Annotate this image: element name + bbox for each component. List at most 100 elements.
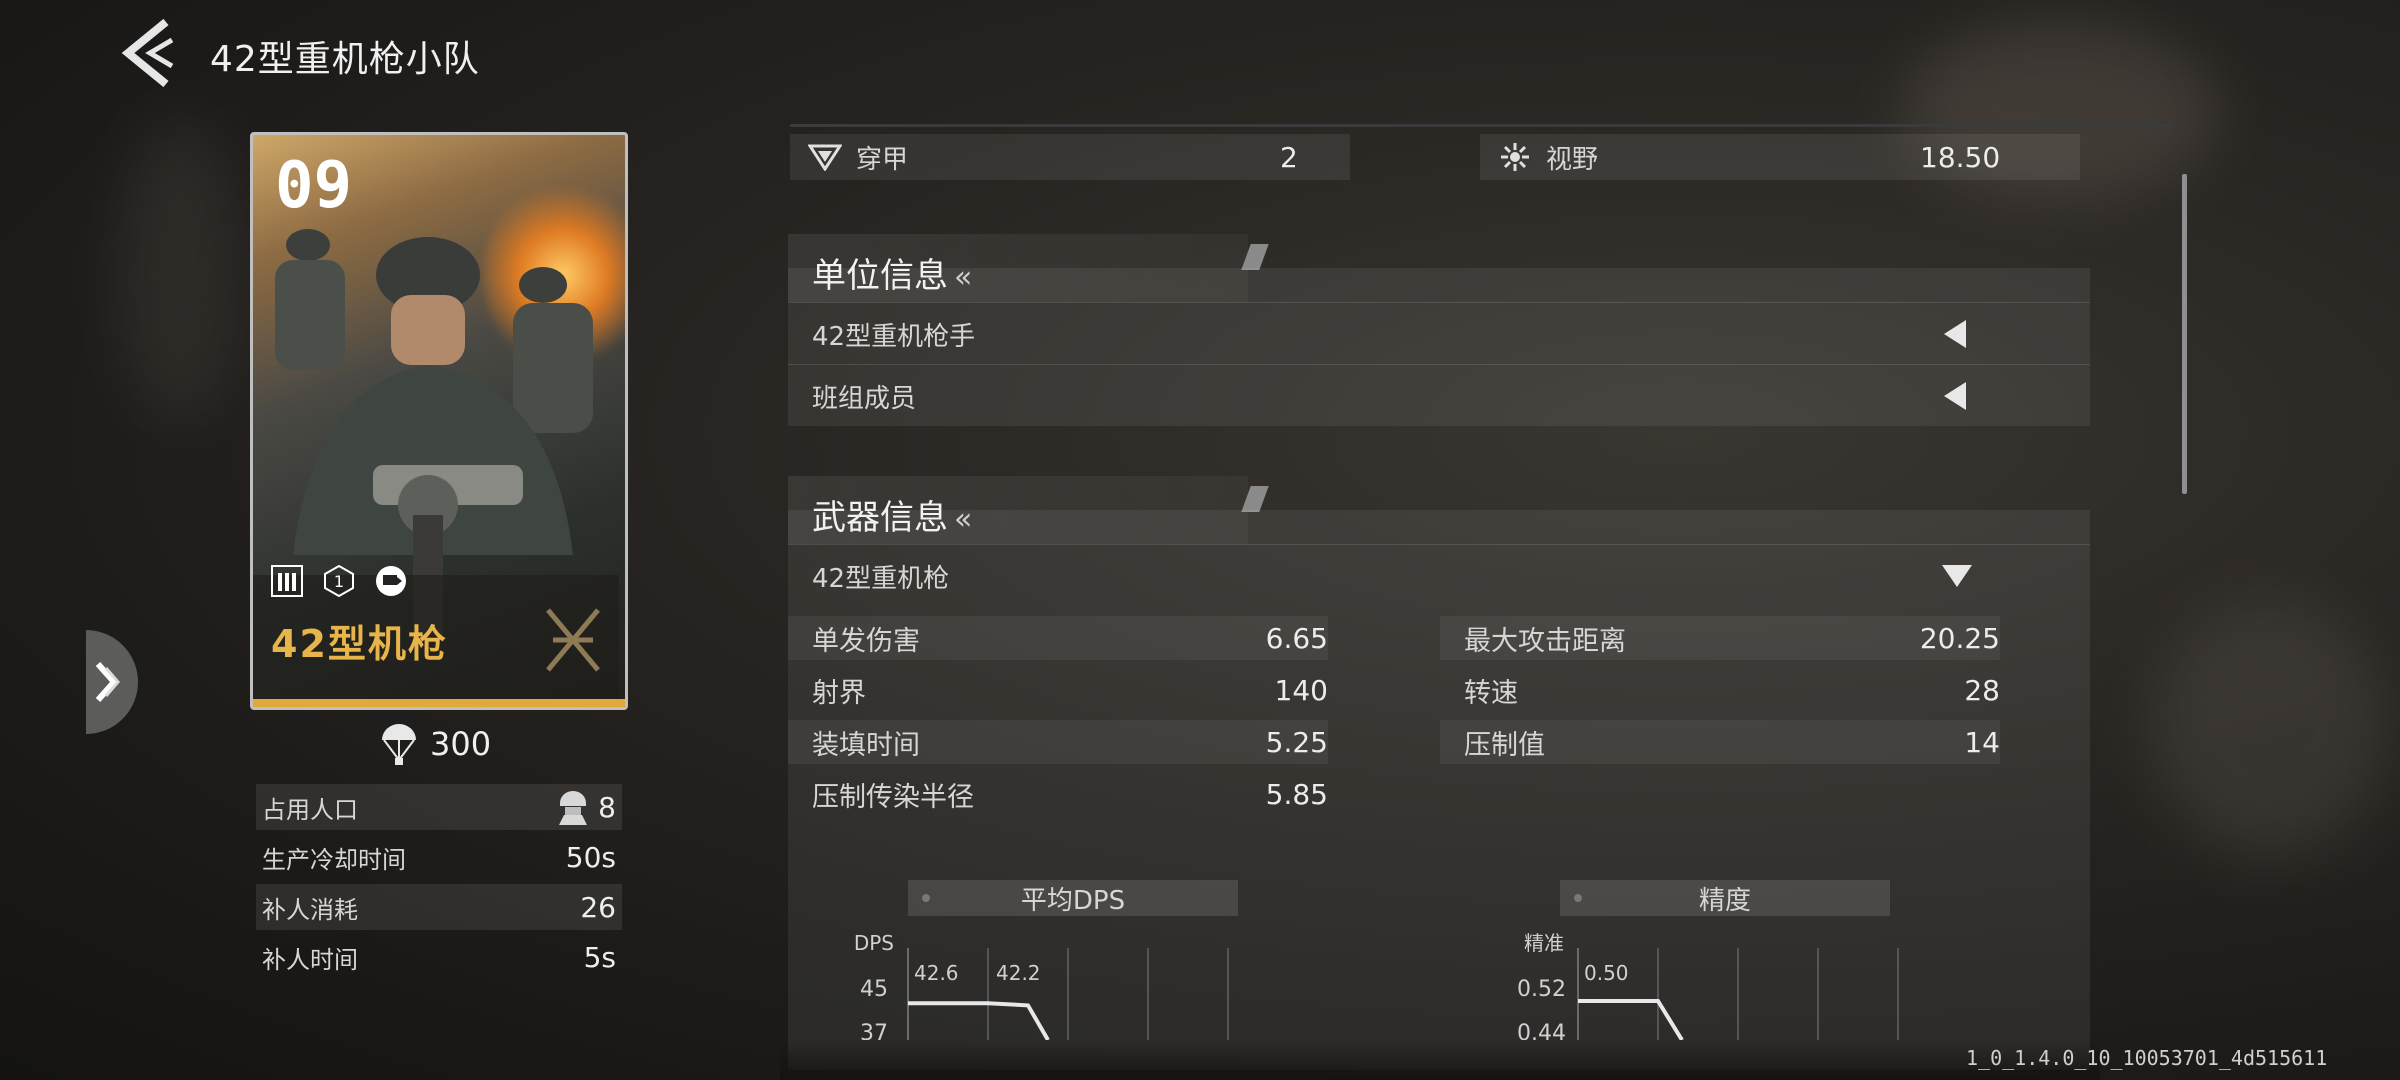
- weapon-stat-max-range: 最大攻击距离 20.25: [1440, 616, 2000, 660]
- attribute-label: 穿甲: [856, 144, 909, 175]
- bullet-icon: [922, 894, 930, 902]
- collapse-arrows-icon: «: [954, 502, 973, 537]
- weapon-info-header[interactable]: 武器信息 «: [812, 490, 972, 539]
- collapse-arrows-icon: «: [954, 260, 973, 295]
- weapon-info-section: 武器信息 « 42型重机枪 单发伤害 6.65 射界 140 装填时间 5.25 …: [788, 476, 2090, 1070]
- weapon-row[interactable]: 42型重机枪: [788, 544, 2090, 607]
- accuracy-series-line: [1578, 999, 1684, 1040]
- unit-card: 09 1 42型机枪: [250, 132, 628, 710]
- soldier-head-icon: [559, 791, 588, 825]
- accuracy-chart-title: 精度: [1560, 880, 1890, 916]
- weapon-stat-label: 转速: [1464, 677, 1518, 709]
- card-name: 42型机枪: [271, 622, 448, 666]
- data-label: 0.50: [1584, 961, 1629, 985]
- stat-row-reinforce-cost: 补人消耗 26: [256, 884, 622, 930]
- stat-label: 生产冷却时间: [262, 845, 406, 874]
- weapon-stat-suppress-radius: 压制传染半径 5.85: [788, 772, 1328, 816]
- y-tick-label: 0.52: [1517, 977, 1566, 1002]
- weapon-stat-value: 20.25: [1919, 621, 2000, 655]
- unit-row-label: 42型重机枪手: [812, 321, 976, 352]
- attribute-vision: 视野 18.50: [1480, 134, 2080, 180]
- page-title: 42型重机枪小队: [210, 39, 480, 80]
- version-text: 1_0_1.4.0_10_10053701_4d515611: [1966, 1046, 2328, 1070]
- weapon-stat-value: 5.85: [1265, 777, 1328, 811]
- weapon-stat-value: 140: [1274, 673, 1328, 707]
- unit-row-crew[interactable]: 班组成员: [788, 364, 2090, 427]
- unit-row-label: 班组成员: [812, 383, 917, 414]
- weapon-stat-arc: 射界 140: [788, 668, 1328, 712]
- background-blur: [2150, 600, 2390, 860]
- unit-info-header[interactable]: 单位信息 «: [812, 248, 972, 297]
- y-tick-label: 0.44: [1517, 1021, 1566, 1040]
- cost-display: 300: [380, 722, 491, 766]
- stat-row-population: 占用人口 8: [256, 784, 622, 830]
- stat-row-reinforce-time: 补人时间 5s: [256, 934, 622, 980]
- weapon-stat-label: 最大攻击距离: [1464, 625, 1626, 657]
- weapon-stat-turn-speed: 转速 28: [1440, 668, 2000, 712]
- background-blur: [120, 120, 240, 420]
- expand-left-icon[interactable]: [1944, 382, 1966, 410]
- stat-label: 补人消耗: [262, 895, 358, 924]
- scrollbar[interactable]: [2182, 174, 2187, 494]
- panel-top-divider: [790, 124, 2174, 127]
- vision-icon: [1501, 143, 1529, 171]
- armor-pierce-icon: [808, 144, 842, 171]
- attribute-label: 视野: [1546, 144, 1599, 175]
- expand-left-icon[interactable]: [1944, 320, 1966, 348]
- attribute-value: 2: [1280, 140, 1298, 174]
- weapon-stat-suppression: 压制值 14: [1440, 720, 2000, 764]
- data-label: 42.2: [996, 961, 1041, 985]
- weapon-stat-value: 28: [1964, 673, 2000, 707]
- weapon-stat-value: 6.65: [1265, 621, 1328, 655]
- weapon-name: 42型重机枪: [812, 563, 950, 594]
- stat-label: 补人时间: [262, 945, 358, 974]
- stat-row-cooldown: 生产冷却时间 50s: [256, 834, 622, 880]
- role-icon: [376, 566, 406, 596]
- chart-title-text: 平均DPS: [1020, 885, 1126, 916]
- y-tick-label: 45: [860, 977, 888, 1002]
- unit-row-gunner[interactable]: 42型重机枪手: [788, 302, 2090, 365]
- level-badge-text: 1: [334, 572, 344, 591]
- stat-value: 50s: [565, 840, 616, 874]
- unit-stats-list: 占用人口 8 生产冷却时间 50s 补人消耗 26 补人时间 5s: [256, 784, 622, 984]
- weapon-stat-label: 装填时间: [812, 729, 920, 761]
- parachute-icon: [382, 724, 416, 765]
- bullet-icon: [1574, 894, 1582, 902]
- section-title: 武器信息: [812, 498, 948, 538]
- weapon-stat-label: 压制传染半径: [812, 781, 974, 813]
- card-number: 09: [275, 149, 353, 223]
- dps-series-line: [908, 1001, 1050, 1040]
- level-badge-icon: 1: [324, 565, 354, 597]
- y-tick-label: 37: [860, 1021, 888, 1040]
- data-label: 42.6: [914, 961, 959, 985]
- stat-value: 8: [598, 790, 616, 824]
- accuracy-chart: 精准 0.52 0.44 0.50: [1517, 931, 1899, 1040]
- weapon-stat-value: 5.25: [1265, 725, 1328, 759]
- dps-chart: DPS 45 37 42.6 42.2: [854, 931, 1229, 1040]
- unit-info-section: 单位信息 « 42型重机枪手 班组成员: [788, 234, 2090, 426]
- back-icon[interactable]: [120, 18, 180, 88]
- stat-label: 占用人口: [262, 795, 358, 824]
- expand-down-icon[interactable]: [1942, 565, 1972, 587]
- cost-value: 300: [430, 725, 492, 763]
- weapon-stat-reload: 装填时间 5.25: [788, 720, 1328, 764]
- card-rarity-bar: [253, 699, 625, 707]
- weapon-stat-label: 单发伤害: [812, 625, 920, 657]
- y-axis-label: DPS: [854, 931, 894, 955]
- y-axis-label: 精准: [1524, 931, 1564, 955]
- expand-side-button[interactable]: [86, 630, 144, 734]
- weapon-stat-label: 压制值: [1464, 729, 1545, 761]
- squad-size-icon: [271, 565, 303, 597]
- weapon-stat-damage: 单发伤害 6.65: [788, 616, 1328, 660]
- bottom-fade: [780, 1040, 2100, 1080]
- stat-value: 26: [580, 890, 616, 924]
- faction-emblem-icon: [546, 608, 600, 672]
- weapon-stat-value: 14: [1964, 725, 2000, 759]
- attribute-value: 18.50: [1920, 140, 2001, 174]
- weapon-stat-label: 射界: [812, 677, 866, 709]
- section-title: 单位信息: [812, 256, 948, 296]
- stat-value: 5s: [583, 940, 616, 974]
- dps-chart-title: 平均DPS: [908, 880, 1238, 916]
- chart-title-text: 精度: [1698, 885, 1751, 916]
- attribute-armor-pierce: 穿甲 2: [790, 134, 1350, 180]
